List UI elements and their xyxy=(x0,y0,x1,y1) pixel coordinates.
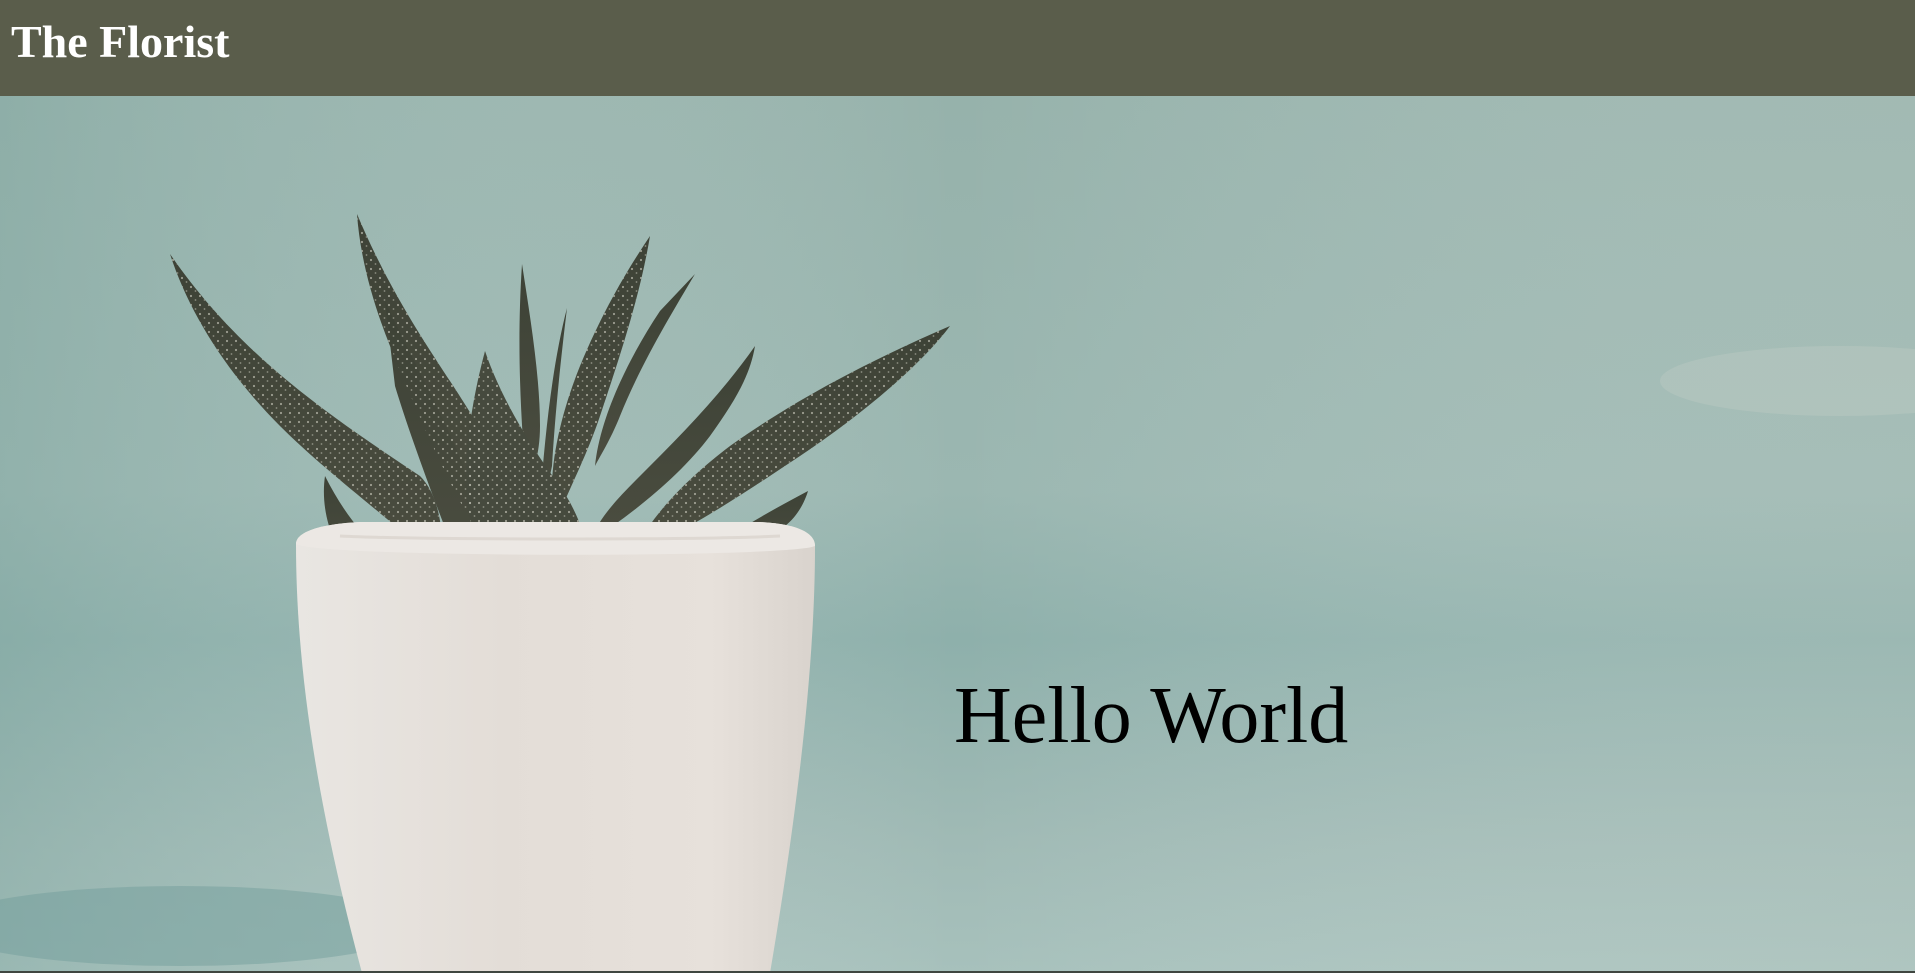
hero-heading: Hello World xyxy=(954,672,1349,760)
hero-section: Hello World xyxy=(0,96,1915,973)
succulent-plant-image xyxy=(0,96,1915,973)
site-header: The Florist xyxy=(0,0,1915,96)
site-title: The Florist xyxy=(11,16,230,67)
